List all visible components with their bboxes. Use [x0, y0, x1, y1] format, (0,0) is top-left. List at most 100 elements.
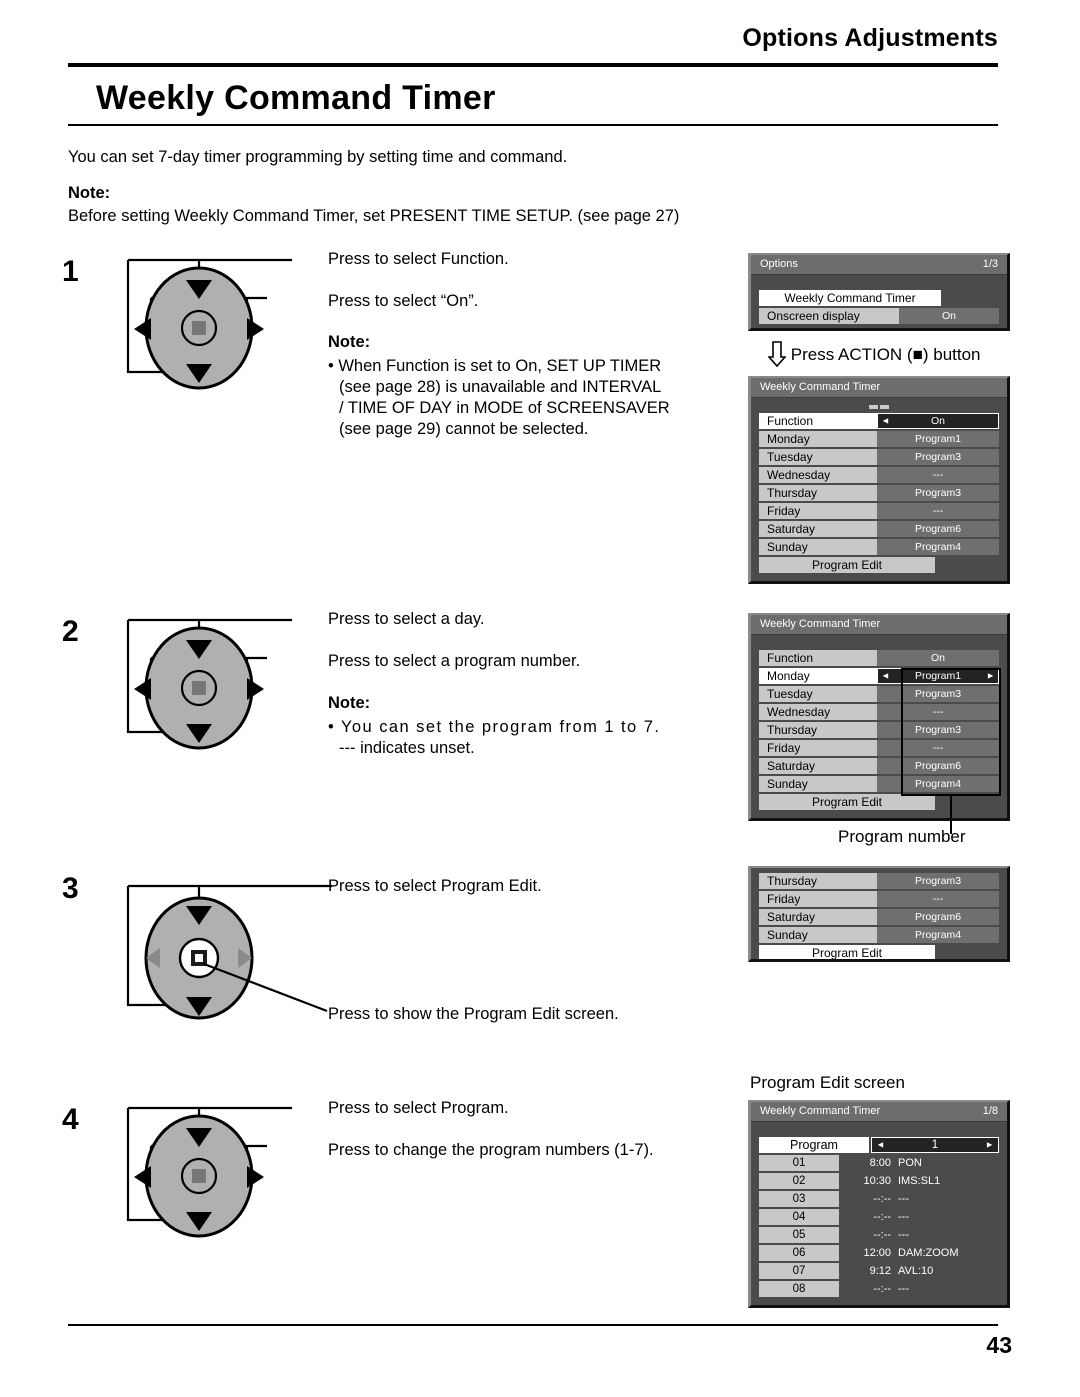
remote-control-diagram-step-2 [122, 612, 292, 772]
osd-options-titlebar: Options 1/3 [751, 255, 1007, 275]
osd-wct2-row-label: Function [759, 650, 877, 666]
osd-options-body: Weekly Command Timer Onscreen display On [751, 275, 1007, 328]
osd-options-row-value: On [899, 308, 999, 324]
press-action-label: Press ACTION (■) button [790, 345, 981, 364]
osd-wct2-row-label: Sunday [759, 776, 877, 792]
step-1-note-line: (see page 29) cannot be selected. [339, 420, 589, 438]
entry-time: 10:30 [863, 1175, 891, 1187]
step-1-note-line: • When Function is set to On, SET UP TIM… [328, 357, 662, 375]
left-arrow-icon: ◄ [881, 415, 890, 426]
osd-wct1-row-friday[interactable]: Friday --- [759, 503, 999, 519]
osd-wct1-program-edit-button[interactable]: Program Edit [759, 557, 999, 573]
osd-wct3-row-sunday[interactable]: Sunday Program4 [759, 927, 999, 943]
osd-program-edit-titlebar: Weekly Command Timer 1/8 [751, 1102, 1007, 1122]
step-4-callout-side: Press to change the program numbers (1-7… [328, 1141, 654, 1159]
footer-rule [68, 1324, 998, 1326]
step-1-note-body: • When Function is set to On, SET UP TIM… [328, 356, 670, 440]
osd-program-edit-entry-07[interactable]: 07 9:12 AVL:10 [759, 1263, 999, 1279]
step-1-note-line: (see page 28) is unavailable and INTERVA… [339, 378, 662, 396]
osd-wct3-program-edit-spacer [935, 945, 999, 959]
step-3-callout-up: Press to select Program Edit. [328, 877, 542, 895]
osd-wct1-row-wednesday[interactable]: Wednesday --- [759, 467, 999, 483]
osd-program-edit-entry-06[interactable]: 06 12:00 DAM:ZOOM [759, 1245, 999, 1261]
osd-program-edit-entry-02[interactable]: 02 10:30 IMS:SL1 [759, 1173, 999, 1189]
entry-number: 06 [759, 1245, 839, 1261]
header-rule-bottom [68, 124, 998, 126]
osd-wct1-row-label: Sunday [759, 539, 877, 555]
remote-control-diagram-step-4 [122, 1100, 292, 1260]
osd-options-row-weekly-command-timer[interactable]: Weekly Command Timer [759, 290, 999, 306]
osd-wct1-row-saturday[interactable]: Saturday Program6 [759, 521, 999, 537]
entry-number: 02 [759, 1173, 839, 1189]
osd-wct3-row-value: --- [877, 891, 999, 907]
osd-options-menu[interactable]: Options 1/3 Weekly Command Timer Onscree… [748, 253, 1010, 331]
osd-wct2-titlebar: Weekly Command Timer [751, 615, 1007, 635]
osd-wct1-row-value[interactable]: ◄ On [877, 413, 999, 429]
osd-program-edit-program-label: Program [759, 1137, 869, 1153]
osd-program-edit-program-value[interactable]: ◄ 1 ► [871, 1137, 999, 1153]
step-2-note-line: • You can set the program from 1 to 7. [328, 718, 661, 736]
osd-program-edit-title: Weekly Command Timer [760, 1105, 881, 1117]
entry-command: PON [898, 1157, 922, 1169]
osd-program-edit[interactable]: Weekly Command Timer 1/8 Program ◄ 1 ► 0… [748, 1100, 1010, 1308]
osd-wct1-row-thursday[interactable]: Thursday Program3 [759, 485, 999, 501]
osd-options-page-indicator: 1/3 [982, 258, 998, 270]
osd-options-row-value [941, 290, 999, 306]
osd-wct2-row-function[interactable]: Function On [759, 650, 999, 666]
entry-command: AVL:10 [898, 1265, 934, 1277]
remote-control-diagram-step-1 [122, 252, 292, 412]
osd-wct3-row-value: Program6 [877, 909, 999, 925]
osd-program-edit-entry-01[interactable]: 01 8:00 PON [759, 1155, 999, 1171]
osd-wct3-program-edit-button[interactable]: Program Edit [759, 945, 999, 959]
page-header: Options Adjustments [68, 24, 998, 68]
program-edit-screen-label: Program Edit screen [750, 1073, 905, 1092]
step-2-note-body: • You can set the program from 1 to 7. -… [328, 717, 660, 759]
osd-options-row-label: Weekly Command Timer [759, 290, 941, 306]
osd-wct1-row-monday[interactable]: Monday Program1 [759, 431, 999, 447]
osd-wct3-row-friday[interactable]: Friday --- [759, 891, 999, 907]
osd-program-edit-entry-05[interactable]: 05 --:-- --- [759, 1227, 999, 1243]
osd-program-edit-page-indicator: 1/8 [982, 1105, 998, 1117]
intro-note-label: Note: [68, 184, 111, 202]
entry-time: --:-- [873, 1193, 891, 1205]
osd-program-edit-entry-03[interactable]: 03 --:-- --- [759, 1191, 999, 1207]
osd-wct3-row-saturday[interactable]: Saturday Program6 [759, 909, 999, 925]
osd-wct1-row-value: Program6 [877, 521, 999, 537]
osd-wct3-row-value: Program4 [877, 927, 999, 943]
osd-wct1-row-sunday[interactable]: Sunday Program4 [759, 539, 999, 555]
header-rule-top [68, 63, 998, 67]
osd-wct1-program-edit-spacer [935, 557, 999, 573]
osd-program-edit-entry-08[interactable]: 08 --:-- --- [759, 1281, 999, 1297]
entry-command: IMS:SL1 [898, 1175, 941, 1187]
osd-options-row-onscreen-display[interactable]: Onscreen display On [759, 308, 999, 324]
osd-wct1-titlebar: Weekly Command Timer [751, 378, 1007, 398]
osd-wct3-body: Thursday Program3 Friday --- Saturday Pr… [751, 868, 1007, 959]
entry-time: --:-- [873, 1211, 891, 1223]
step-1-callout-side: Press to select “On”. [328, 292, 479, 310]
step-2-note-line: --- indicates unset. [339, 739, 475, 757]
osd-wct3-row-thursday[interactable]: Thursday Program3 [759, 873, 999, 889]
page-title: Weekly Command Timer [96, 79, 496, 117]
osd-program-edit-entry-04[interactable]: 04 --:-- --- [759, 1209, 999, 1225]
step-2-callout-up: Press to select a day. [328, 610, 485, 628]
left-arrow-icon: ◄ [876, 1139, 885, 1150]
osd-program-edit-body: Program ◄ 1 ► 01 8:00 PON 02 10:30 IMS:S… [751, 1122, 1007, 1304]
osd-wct1-row-value: Program4 [877, 539, 999, 555]
dash-segment-icon [869, 405, 878, 409]
osd-wct2-program-edit-spacer [935, 794, 999, 810]
osd-weekly-command-timer-3[interactable]: Thursday Program3 Friday --- Saturday Pr… [748, 866, 1010, 962]
osd-wct2-program-edit-label: Program Edit [759, 794, 935, 810]
osd-wct1-row-tuesday[interactable]: Tuesday Program3 [759, 449, 999, 465]
osd-wct1-dash-indicator [759, 402, 999, 413]
osd-wct1-row-function[interactable]: Function ◄ On [759, 413, 999, 429]
osd-wct3-row-label: Thursday [759, 873, 877, 889]
remote-svg-3 [126, 884, 332, 1020]
entry-time: 9:12 [869, 1265, 891, 1277]
entry-time: --:-- [873, 1229, 891, 1241]
entry-time: 12:00 [863, 1247, 891, 1259]
osd-wct2-program-edit-button[interactable]: Program Edit [759, 794, 999, 810]
osd-program-edit-program-selector[interactable]: Program ◄ 1 ► [759, 1137, 999, 1153]
entry-command: DAM:ZOOM [898, 1247, 959, 1259]
osd-wct1-row-label: Friday [759, 503, 877, 519]
osd-weekly-command-timer-1[interactable]: Weekly Command Timer Function ◄ On Monda… [748, 376, 1010, 584]
